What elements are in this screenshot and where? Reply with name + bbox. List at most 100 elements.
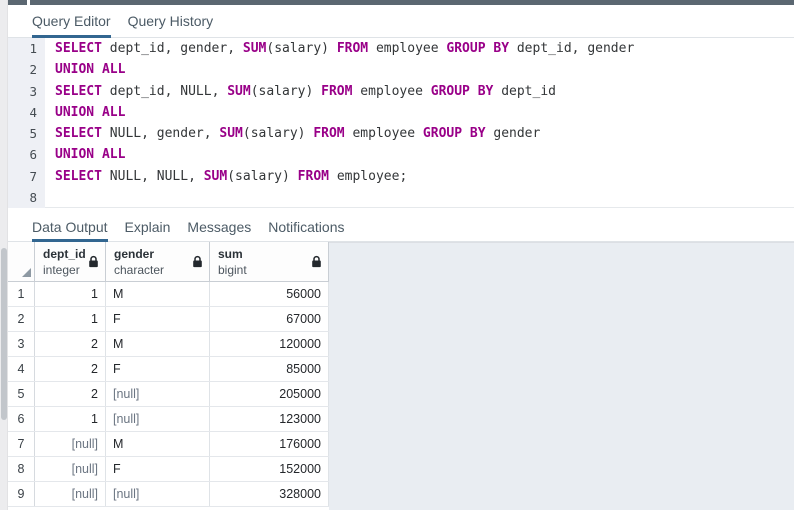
grid-cell-gender[interactable]: [null] bbox=[106, 482, 210, 506]
grid-cell-dept-id[interactable]: 1 bbox=[35, 307, 106, 331]
grid-cell-gender[interactable]: F bbox=[106, 457, 210, 481]
tab-explain[interactable]: Explain bbox=[125, 212, 171, 242]
row-number-cell[interactable]: 6 bbox=[8, 407, 35, 431]
tab-messages[interactable]: Messages bbox=[187, 212, 251, 242]
output-panel: dept_idinteger gender character sum bigint 1… bbox=[8, 242, 794, 510]
column-name: gender bbox=[114, 247, 189, 261]
code-text: SELECT NULL, NULL, SUM(salary) FROM empl… bbox=[45, 166, 407, 187]
tab-query-history[interactable]: Query History bbox=[128, 5, 214, 38]
sql-keyword: FROM bbox=[313, 126, 344, 141]
grid-cell-sum[interactable]: 328000 bbox=[210, 482, 329, 506]
column-name: sum bbox=[218, 247, 308, 261]
sql-keyword: BY bbox=[493, 41, 509, 56]
output-tab-bar: Data Output Explain Messages Notifications bbox=[8, 212, 794, 242]
column-type: bigint bbox=[218, 263, 308, 277]
sql-keyword: FROM bbox=[298, 169, 329, 184]
grid-cell-dept-id[interactable]: 2 bbox=[35, 382, 106, 406]
code-line[interactable]: 5SELECT NULL, gender, SUM(salary) FROM e… bbox=[8, 123, 794, 144]
gutter-line-number: 2 bbox=[8, 59, 45, 80]
tab-query-editor[interactable]: Query Editor bbox=[32, 5, 111, 38]
sql-keyword: GROUP bbox=[423, 126, 462, 141]
grid-cell-gender[interactable]: M bbox=[106, 332, 210, 356]
grid-cell-sum[interactable]: 123000 bbox=[210, 407, 329, 431]
grid-cell-sum[interactable]: 176000 bbox=[210, 432, 329, 456]
code-text: UNION ALL bbox=[45, 144, 125, 165]
table-row: 21F67000 bbox=[8, 307, 329, 332]
grid-cell-sum[interactable]: 67000 bbox=[210, 307, 329, 331]
table-row: 9[null][null]328000 bbox=[8, 482, 329, 507]
column-header-gender[interactable]: gender character bbox=[106, 242, 210, 281]
code-line[interactable]: 7SELECT NULL, NULL, SUM(salary) FROM emp… bbox=[8, 166, 794, 187]
grid-cell-gender[interactable]: M bbox=[106, 432, 210, 456]
column-header-dept-id[interactable]: dept_idinteger bbox=[35, 242, 106, 281]
sql-keyword: BY bbox=[478, 84, 494, 99]
sql-keyword: SELECT bbox=[55, 126, 102, 141]
sql-keyword: SUM bbox=[204, 169, 227, 184]
row-number-cell[interactable]: 3 bbox=[8, 332, 35, 356]
code-line[interactable]: 4UNION ALL bbox=[8, 102, 794, 123]
gutter-line-number: 8 bbox=[8, 187, 45, 208]
grid-rows: 11M5600021F6700032M12000042F8500052[null… bbox=[8, 282, 329, 510]
code-text: SELECT dept_id, NULL, SUM(salary) FROM e… bbox=[45, 81, 556, 102]
code-text: UNION ALL bbox=[45, 102, 125, 123]
row-number-cell[interactable]: 5 bbox=[8, 382, 35, 406]
sql-keyword: UNION bbox=[55, 62, 94, 77]
grid-cell-dept-id[interactable]: [null] bbox=[35, 457, 106, 481]
grid-cell-sum[interactable]: 120000 bbox=[210, 332, 329, 356]
grid-cell-dept-id[interactable]: 1 bbox=[35, 407, 106, 431]
grid-cell-gender[interactable]: F bbox=[106, 307, 210, 331]
gutter-line-number: 3 bbox=[8, 81, 45, 102]
lock-icon bbox=[88, 255, 99, 268]
code-text: SELECT dept_id, gender, SUM(salary) FROM… bbox=[45, 38, 634, 59]
code-line[interactable]: 6UNION ALL bbox=[8, 144, 794, 165]
grid-cell-dept-id[interactable]: 2 bbox=[35, 357, 106, 381]
row-number-cell[interactable]: 9 bbox=[8, 482, 35, 506]
left-scrollbar[interactable] bbox=[0, 0, 8, 510]
row-number-cell[interactable]: 1 bbox=[8, 282, 35, 306]
row-number-cell[interactable]: 2 bbox=[8, 307, 35, 331]
grid-header-row: dept_idinteger gender character sum bigint bbox=[8, 242, 329, 282]
grid-cell-gender[interactable]: F bbox=[106, 357, 210, 381]
tab-data-output[interactable]: Data Output bbox=[32, 212, 108, 242]
table-row: 61[null]123000 bbox=[8, 407, 329, 432]
table-row: 42F85000 bbox=[8, 357, 329, 382]
row-number-cell[interactable]: 7 bbox=[8, 432, 35, 456]
table-row: 32M120000 bbox=[8, 332, 329, 357]
code-line[interactable]: 8 bbox=[8, 187, 794, 208]
grid-cell-sum[interactable]: 56000 bbox=[210, 282, 329, 306]
grid-cell-dept-id[interactable]: 2 bbox=[35, 332, 106, 356]
gutter-line-number: 5 bbox=[8, 123, 45, 144]
column-header-sum[interactable]: sum bigint bbox=[210, 242, 329, 281]
sql-editor[interactable]: 1SELECT dept_id, gender, SUM(salary) FRO… bbox=[8, 38, 794, 208]
grid-cell-sum[interactable]: 85000 bbox=[210, 357, 329, 381]
grid-cell-gender[interactable]: [null] bbox=[106, 407, 210, 431]
scrollbar-thumb[interactable] bbox=[1, 248, 7, 420]
code-line[interactable]: 3SELECT dept_id, NULL, SUM(salary) FROM … bbox=[8, 81, 794, 102]
column-name: dept_id bbox=[43, 247, 85, 261]
row-number-cell[interactable]: 4 bbox=[8, 357, 35, 381]
select-all-corner[interactable] bbox=[8, 242, 35, 281]
sql-keyword: SELECT bbox=[55, 169, 102, 184]
results-grid: dept_idinteger gender character sum bigint 1… bbox=[8, 242, 329, 510]
code-line[interactable]: 1SELECT dept_id, gender, SUM(salary) FRO… bbox=[8, 38, 794, 59]
row-number-cell[interactable]: 8 bbox=[8, 457, 35, 481]
code-text: UNION ALL bbox=[45, 59, 125, 80]
sql-keyword: FROM bbox=[337, 41, 368, 56]
column-type: character bbox=[114, 263, 189, 277]
sql-keyword: UNION bbox=[55, 147, 94, 162]
code-line[interactable]: 2UNION ALL bbox=[8, 59, 794, 80]
grid-cell-gender[interactable]: [null] bbox=[106, 382, 210, 406]
query-tool-window: Query EditorQuery History 1SELECT dept_i… bbox=[0, 0, 794, 510]
sql-keyword: FROM bbox=[321, 84, 352, 99]
grid-cell-sum[interactable]: 205000 bbox=[210, 382, 329, 406]
grid-cell-dept-id[interactable]: [null] bbox=[35, 432, 106, 456]
sql-keyword: ALL bbox=[102, 147, 125, 162]
grid-empty-area bbox=[329, 242, 794, 510]
grid-cell-gender[interactable]: M bbox=[106, 282, 210, 306]
grid-cell-dept-id[interactable]: [null] bbox=[35, 482, 106, 506]
sql-keyword: SELECT bbox=[55, 41, 102, 56]
tab-notifications[interactable]: Notifications bbox=[268, 212, 344, 242]
grid-cell-sum[interactable]: 152000 bbox=[210, 457, 329, 481]
grid-cell-dept-id[interactable]: 1 bbox=[35, 282, 106, 306]
sql-keyword: GROUP bbox=[446, 41, 485, 56]
